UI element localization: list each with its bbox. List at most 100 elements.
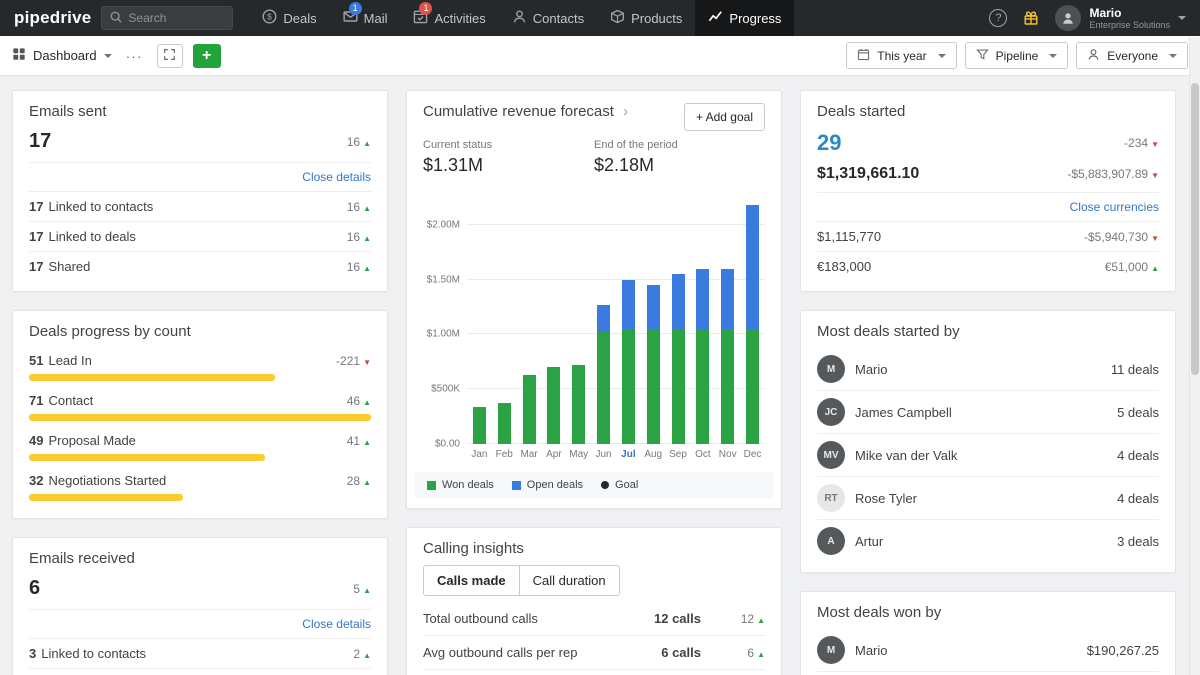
close-details-link[interactable]: Close details [29,162,371,191]
nav-item-progress[interactable]: Progress [695,0,794,36]
user-menu[interactable]: Mario Enterprise Solutions [1055,5,1186,31]
column-left: Emails sent 17 16 Close details 17Linked… [12,90,388,675]
nav-label: Contacts [533,11,584,26]
svg-text:$: $ [268,12,273,22]
page-scrollbar [1189,37,1200,675]
avatar: MV [817,441,845,469]
pipedrive-logo: pipedrive [14,8,91,28]
avatar: M [817,636,845,664]
column-middle: Cumulative revenue forecast › + Add goal… [406,90,782,675]
trend-up-icon [363,438,371,447]
trend-up-icon [363,234,371,243]
dashboard-label: Dashboard [33,48,97,63]
avatar: A [817,527,845,555]
person-row: MV Mike van der Valk 4 deals [817,433,1159,476]
products-icon [610,9,625,27]
chevron-down-icon [938,54,946,58]
close-details-link[interactable]: Close details [29,609,371,638]
most-deals-won-card: Most deals won by M Mario $190,267.25 JC… [800,591,1176,675]
nav-item-contacts[interactable]: Contacts [499,0,597,36]
card-title: Emails sent [29,103,371,120]
nav-item-mail[interactable]: 1 Mail [330,0,401,36]
trend-down-icon [1151,171,1159,180]
scrollbar-thumb[interactable] [1191,83,1199,375]
emails-received-card: Emails received 6 5 Close details 3Linke… [12,537,388,675]
currency-row: $1,115,770 -$5,940,730 [817,221,1159,251]
whats-new-gift-icon[interactable] [1023,10,1039,26]
chevron-down-icon [104,54,112,58]
period-filter-dropdown[interactable]: This year [846,42,956,69]
chart-y-axis: $2.00M$1.50M$1.00M$500K$0.00 [423,192,467,444]
trend-up-icon [363,586,371,595]
period-filter-value: This year [877,49,926,63]
fullscreen-button[interactable] [157,44,183,68]
person-row: M Mario $190,267.25 [817,629,1159,671]
calling-tabs: Calls made Call duration [423,565,765,596]
nav-item-activities[interactable]: 1 Activities [400,0,498,36]
chevron-down-icon [1169,54,1177,58]
dashboard-selector[interactable]: Dashboard [12,47,112,64]
calling-insights-card: Calling insights Calls made Call duratio… [406,527,782,675]
stage-progress-bar [29,494,183,501]
top-nav: pipedrive $ Deals 1 Mail 1 Activities Co… [0,0,1200,36]
trend-down-icon [1151,140,1159,149]
legend-won-deals[interactable]: Won deals [427,479,494,491]
trend-down-icon [363,358,371,367]
stage-progress-bar [29,414,371,421]
global-search[interactable] [101,6,233,30]
total-value-row: $1,319,661.10 -$5,883,907.89 [817,165,1159,192]
search-icon [110,11,122,26]
pipeline-filter-dropdown[interactable]: Pipeline [965,42,1069,69]
list-item: 17Linked to contacts 16 [29,191,371,221]
user-name: Mario [1089,6,1170,20]
tab-calls-made[interactable]: Calls made [423,565,520,596]
tab-call-duration[interactable]: Call duration [520,565,620,596]
chevron-right-icon[interactable]: › [623,104,628,119]
card-title: Deals progress by count [29,323,371,340]
person-row: A Artur 3 deals [817,519,1159,562]
user-info: Mario Enterprise Solutions [1089,6,1170,30]
help-icon[interactable]: ? [989,9,1007,27]
trend-up-icon [363,204,371,213]
list-item: 17Linked to deals 16 [29,221,371,251]
person-row: JC James Campbell 5 deals [817,390,1159,433]
trend-up-icon [1151,264,1159,273]
open-deals-swatch-icon [512,481,521,490]
trend-up-icon [757,650,765,659]
emails-sent-count: 17 [29,130,51,153]
legend-open-deals[interactable]: Open deals [512,479,583,491]
summary-row: 17 16 [29,128,371,162]
current-status-label: Current status [423,139,594,151]
chart-bars: JanFebMarAprMayJunJulAugSepOctNovDec [467,192,765,462]
goal-dot-icon [601,481,609,489]
user-avatar [1055,5,1081,31]
deals-started-card: Deals started 29 -234 $1,319,661.10 -$5,… [800,90,1176,292]
current-status-value: $1.31M [423,155,594,176]
progress-icon [708,9,723,27]
dashboard-toolbar: Dashboard ··· + This year Pipeline Every… [0,36,1200,76]
deals-icon: $ [262,9,277,27]
primary-nav: $ Deals 1 Mail 1 Activities Contacts Pro… [249,0,794,36]
chevron-down-icon [1178,16,1186,20]
card-title: Cumulative revenue forecast [423,103,614,120]
nav-label: Progress [729,11,781,26]
nav-item-deals[interactable]: $ Deals [249,0,329,36]
more-options-button[interactable]: ··· [122,48,147,64]
trend-up-icon [363,139,371,148]
add-report-button[interactable]: + [193,44,221,68]
add-goal-button[interactable]: + Add goal [684,103,765,131]
close-currencies-link[interactable]: Close currencies [817,192,1159,221]
search-input[interactable] [128,11,220,25]
chart-legend: Won deals Open deals Goal [415,472,773,498]
legend-goal[interactable]: Goal [601,479,638,491]
avatar: M [817,355,845,383]
card-title: Calling insights [423,540,765,557]
activities-badge: 1 [419,2,432,15]
card-title: Most deals won by [817,604,1159,621]
nav-item-products[interactable]: Products [597,0,695,36]
person-row: RT Rose Tyler 4 deals [817,476,1159,519]
list-item: 3Linked to contacts 2 [29,638,371,668]
card-title: Most deals started by [817,323,1159,340]
avatar: JC [817,398,845,426]
owner-filter-dropdown[interactable]: Everyone [1076,42,1188,69]
